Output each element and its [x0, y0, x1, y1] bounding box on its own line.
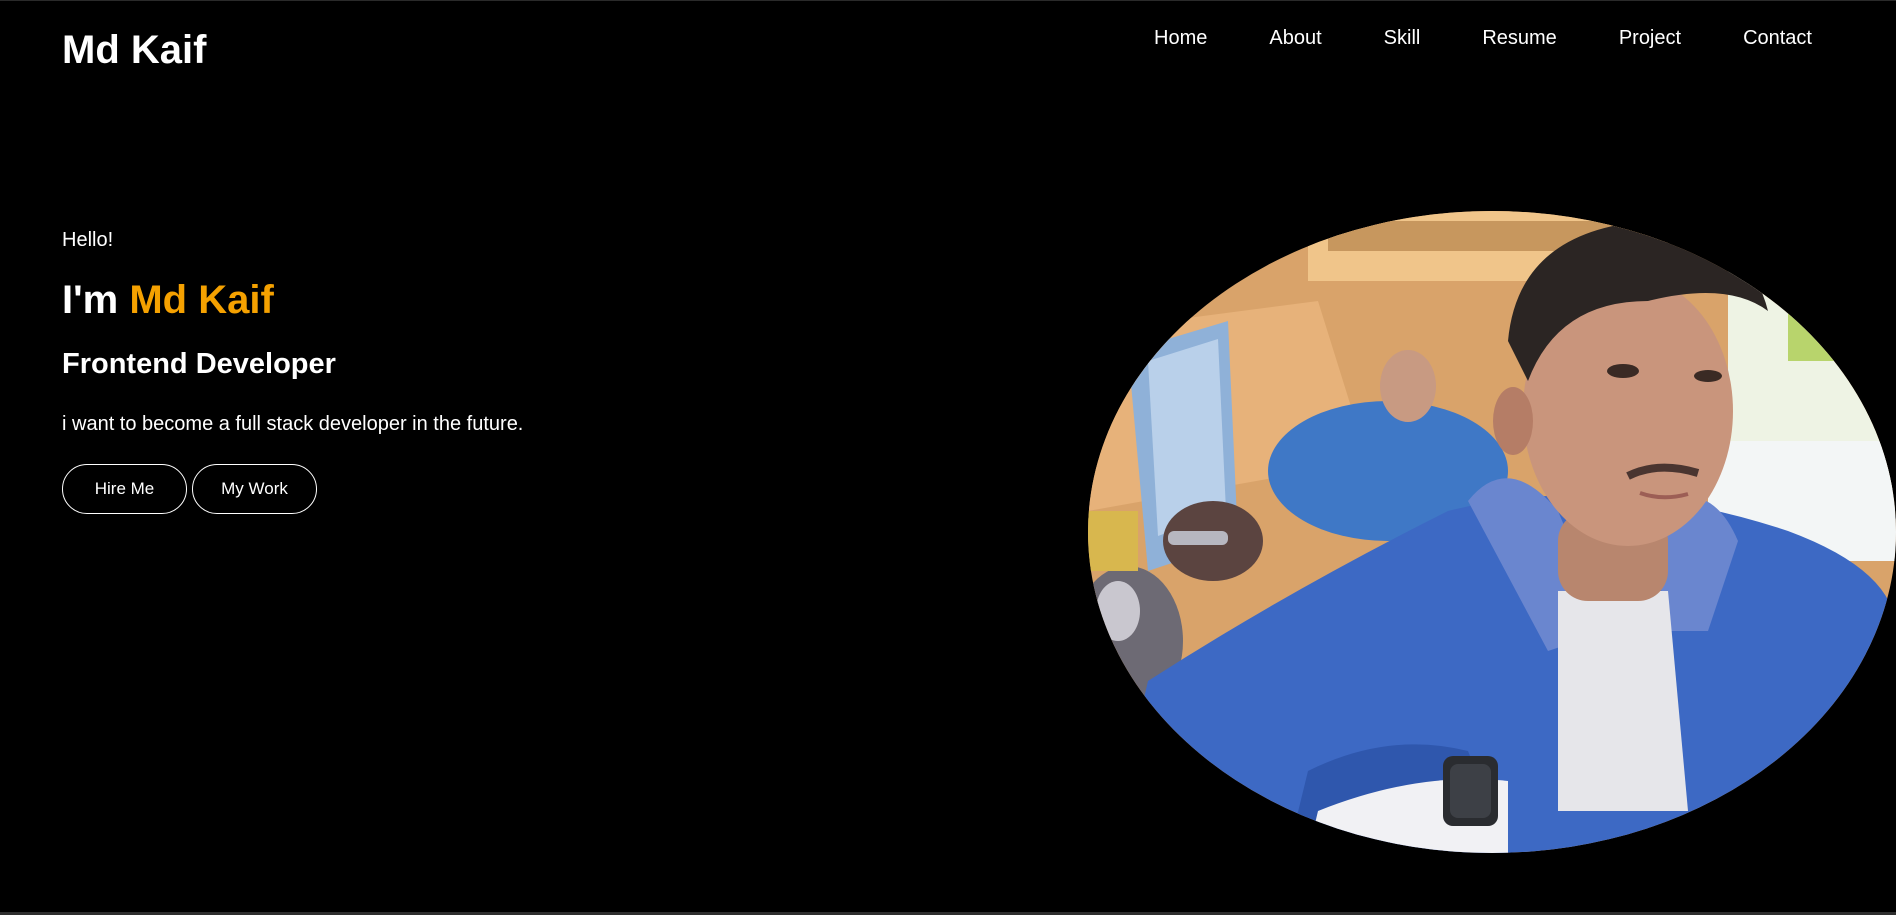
headline-prefix: I'm [62, 278, 119, 322]
nav-about[interactable]: About [1238, 25, 1352, 51]
nav-resume[interactable]: Resume [1451, 25, 1587, 51]
hero-section: Hello! I'm Md Kaif Frontend Developer i … [62, 227, 762, 514]
my-work-button[interactable]: My Work [192, 464, 317, 514]
nav-home[interactable]: Home [1123, 25, 1238, 51]
nav-skill[interactable]: Skill [1353, 25, 1452, 51]
portfolio-page: Md Kaif Home About Skill Resume Project … [0, 0, 1896, 915]
site-logo[interactable]: Md Kaif [62, 27, 206, 73]
hero-role: Frontend Developer [62, 348, 336, 380]
hire-me-button[interactable]: Hire Me [62, 464, 187, 514]
hero-headline: I'm Md Kaif [62, 277, 762, 323]
headline-name: Md Kaif [129, 278, 274, 322]
hero-tagline: i want to become a full stack developer … [62, 413, 524, 435]
hero-greeting: Hello! [62, 229, 114, 251]
nav-contact[interactable]: Contact [1712, 25, 1812, 51]
main-nav: Home About Skill Resume Project Contact [1123, 25, 1812, 51]
nav-project[interactable]: Project [1588, 25, 1712, 51]
hero-buttons: Hire Me My Work [62, 464, 762, 514]
profile-photo [1088, 211, 1896, 853]
